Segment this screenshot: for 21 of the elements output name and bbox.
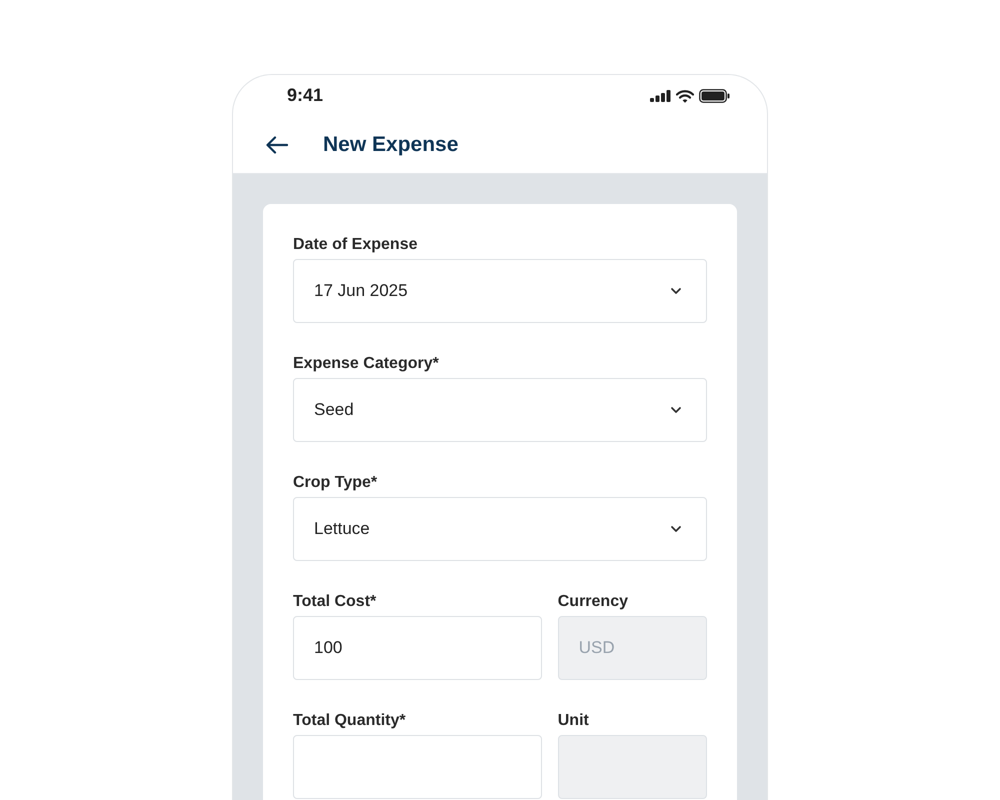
- battery-icon: [699, 89, 730, 104]
- field-label: Total Cost*: [293, 592, 378, 612]
- status-time: 9:41: [287, 85, 324, 106]
- chevron-down-icon: [670, 406, 682, 414]
- field-label: Total Quantity*: [293, 711, 407, 731]
- field-label: Currency: [558, 592, 629, 612]
- screen-title: New Expense: [323, 133, 458, 158]
- back-arrow-icon[interactable]: [266, 136, 288, 154]
- field-label: Expense Category*: [293, 354, 440, 374]
- dropdown-field[interactable]: 17 Jun 2025: [293, 259, 707, 323]
- input-field[interactable]: [293, 735, 542, 799]
- wifi-icon: [676, 90, 694, 103]
- dropdown-field[interactable]: Lettuce: [293, 497, 707, 561]
- dropdown-field[interactable]: Seed: [293, 378, 707, 442]
- field-label: Unit: [558, 711, 590, 731]
- signal-icon: [650, 90, 671, 102]
- chevron-down-icon: [670, 525, 682, 533]
- chevron-down-icon: [670, 287, 682, 295]
- field-label: Date of Expense: [293, 235, 418, 255]
- field-label: Crop Type*: [293, 473, 378, 493]
- input-field[interactable]: 100: [293, 616, 542, 680]
